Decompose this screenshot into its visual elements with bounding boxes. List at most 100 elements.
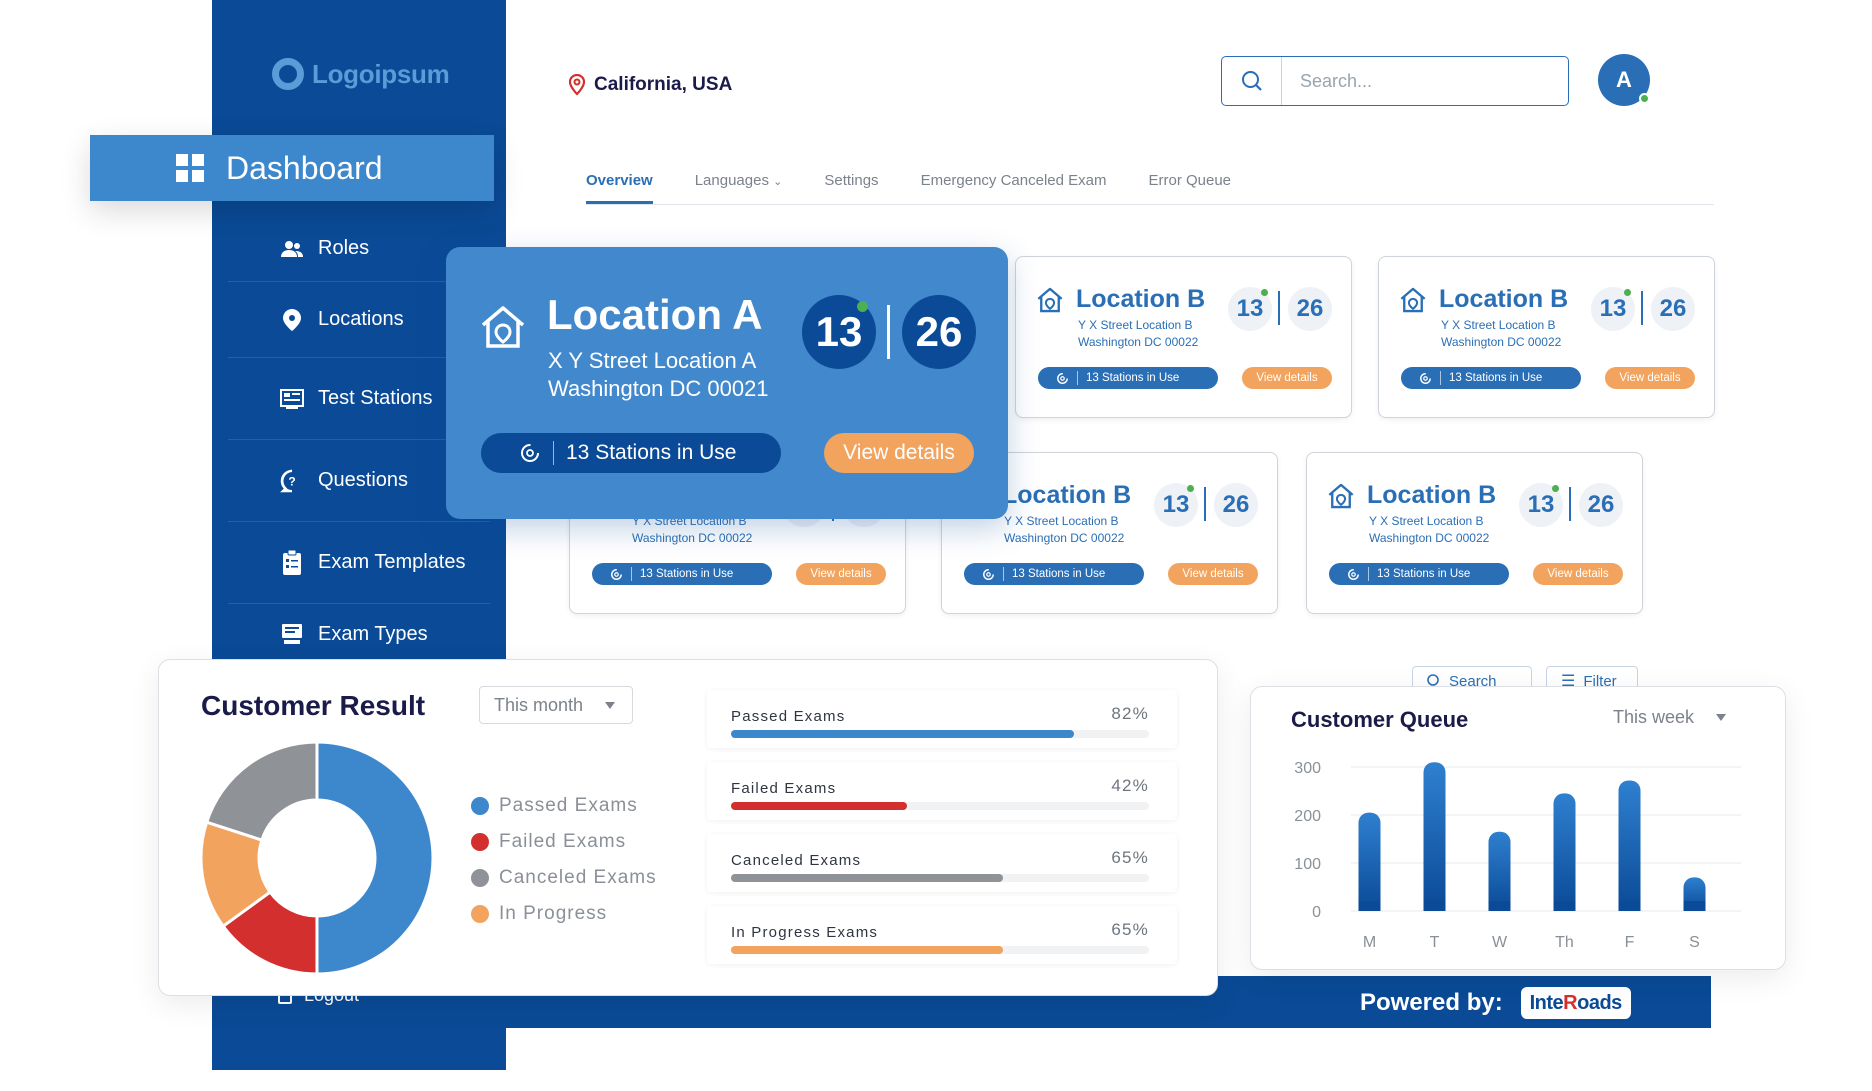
total-count-badge: 26 xyxy=(1651,287,1695,331)
bar-T xyxy=(1423,762,1446,911)
tab-label: Languages xyxy=(694,172,769,189)
progress-track xyxy=(731,946,1149,954)
sidebar-item-label: Roles xyxy=(318,237,370,259)
progress-track xyxy=(731,802,1149,810)
legend-item: Failed Exams xyxy=(471,824,657,860)
donut-slice-passed-exams xyxy=(315,740,435,976)
search-placeholder: Search... xyxy=(1300,70,1373,91)
legend-item: In Progress xyxy=(471,896,657,932)
refresh-icon xyxy=(611,568,622,580)
y-tick-label: 300 xyxy=(1294,760,1321,777)
y-tick-label: 200 xyxy=(1294,808,1321,825)
legend-label: In Progress xyxy=(499,903,608,924)
tab-languages[interactable]: Languages ⌄ xyxy=(695,172,783,204)
location-title: Location A xyxy=(547,291,763,338)
progress-percent: 82% xyxy=(1111,704,1149,723)
bar-W xyxy=(1488,831,1511,911)
progress-fill xyxy=(731,874,1003,882)
bar-F xyxy=(1618,780,1641,911)
progress-row: In Progress Exams 65% xyxy=(707,906,1177,964)
refresh-icon xyxy=(983,568,994,580)
progress-label: Canceled Exams xyxy=(731,852,862,869)
sidebar-item-exam-templates[interactable]: Exam Templates xyxy=(228,522,490,604)
legend-swatch xyxy=(471,797,489,815)
house-icon xyxy=(481,306,525,348)
bar-base xyxy=(1553,901,1576,911)
svg-text:?: ? xyxy=(288,474,295,488)
period-select[interactable]: This week xyxy=(1613,707,1727,728)
progress-percent: 65% xyxy=(1111,848,1149,867)
location-card[interactable]: Location B Y X Street Location BWashingt… xyxy=(1306,452,1643,614)
location-address: Y X Street Location B Washington DC 00022 xyxy=(1369,514,1490,545)
view-details-button[interactable]: View details xyxy=(1605,367,1695,389)
legend-swatch xyxy=(471,869,489,887)
sidebar-item-label: Questions xyxy=(318,469,409,491)
active-count-badge: 13 xyxy=(1228,287,1272,331)
donut-chart xyxy=(199,740,435,976)
progress-row: Passed Exams 82% xyxy=(707,690,1177,748)
stations-label: 13 Stations in Use xyxy=(640,568,734,580)
location-title: Location B xyxy=(1439,285,1569,313)
view-details-button[interactable]: View details xyxy=(796,563,886,585)
active-count-badge: 13 xyxy=(1154,483,1198,527)
stations-icon xyxy=(280,387,304,411)
bar-base xyxy=(1488,901,1511,911)
sidebar-item-dashboard[interactable]: Dashboard xyxy=(90,135,494,201)
tab-emergency-canceled-exam[interactable]: Emergency Canceled Exam xyxy=(921,172,1107,204)
partner-logo: Inte Roads xyxy=(1520,987,1631,1019)
count-separator xyxy=(1278,291,1280,325)
tab-settings[interactable]: Settings xyxy=(824,172,878,204)
active-count-badge: 13 xyxy=(1591,287,1635,331)
stations-label: 13 Stations in Use xyxy=(1449,372,1543,384)
stations-in-use-badge: 13 Stations in Use xyxy=(1038,367,1218,389)
house-icon xyxy=(1400,287,1426,313)
tab-error-queue[interactable]: Error Queue xyxy=(1148,172,1231,204)
bar-base xyxy=(1683,901,1706,911)
total-count-badge: 26 xyxy=(1288,287,1332,331)
user-avatar[interactable]: A xyxy=(1598,54,1650,106)
progress-percent: 65% xyxy=(1111,920,1149,939)
view-details-button[interactable]: View details xyxy=(1168,563,1258,585)
location-card[interactable]: Location B Y X Street Location BWashingt… xyxy=(1015,256,1352,418)
location-title: Location B xyxy=(1076,285,1206,313)
progress-fill xyxy=(731,730,1074,738)
logo-text: Logoipsum xyxy=(312,58,450,89)
legend-item: Passed Exams xyxy=(471,788,657,824)
view-details-button[interactable]: View details xyxy=(1242,367,1332,389)
view-details-button[interactable]: View details xyxy=(1533,563,1623,585)
view-details-button[interactable]: View details xyxy=(824,433,974,473)
stations-in-use-badge: 13 Stations in Use xyxy=(1401,367,1581,389)
refresh-icon xyxy=(1420,372,1431,384)
progress-row: Canceled Exams 65% xyxy=(707,834,1177,892)
y-tick-label: 0 xyxy=(1312,904,1321,921)
search-input[interactable]: Search... xyxy=(1221,56,1569,106)
house-icon xyxy=(1328,483,1354,509)
tab-overview[interactable]: Overview xyxy=(586,172,653,204)
featured-location-card[interactable]: Location A X Y Street Location A Washingt… xyxy=(446,247,1008,519)
period-value: This week xyxy=(1613,707,1695,727)
stations-label: 13 Stations in Use xyxy=(1012,568,1106,580)
x-tick-label: M xyxy=(1363,934,1376,951)
brand-logo[interactable]: Logoipsum xyxy=(272,58,450,90)
grid-icon xyxy=(176,154,204,182)
sidebar-item-exam-types[interactable]: Exam Types xyxy=(228,604,490,664)
location-card[interactable]: Location B Y X Street Location BWashingt… xyxy=(1378,256,1715,418)
location-address: Y X Street Location B Washington DC 00022 xyxy=(1078,318,1199,349)
bar-base xyxy=(1423,901,1446,911)
current-location[interactable]: California, USA xyxy=(568,74,732,96)
location-address: X Y Street Location A Washington DC 00021 xyxy=(548,348,769,401)
y-tick-label: 100 xyxy=(1294,856,1321,873)
bar-M xyxy=(1358,812,1381,911)
location-title: Location B xyxy=(1367,481,1497,509)
sidebar-item-label: Locations xyxy=(318,308,404,330)
bar-chart: 0 100 200 300 M T W Th F S xyxy=(1294,760,1741,951)
status-dot xyxy=(1552,485,1559,492)
exam-types-icon xyxy=(280,622,304,646)
legend-label: Passed Exams xyxy=(499,795,638,816)
location-text: California, USA xyxy=(594,74,733,95)
active-count-badge: 13 xyxy=(1519,483,1563,527)
period-select[interactable]: This month xyxy=(479,686,633,724)
legend-label: Canceled Exams xyxy=(499,867,657,888)
period-value: This month xyxy=(494,694,584,715)
progress-track xyxy=(731,730,1149,738)
